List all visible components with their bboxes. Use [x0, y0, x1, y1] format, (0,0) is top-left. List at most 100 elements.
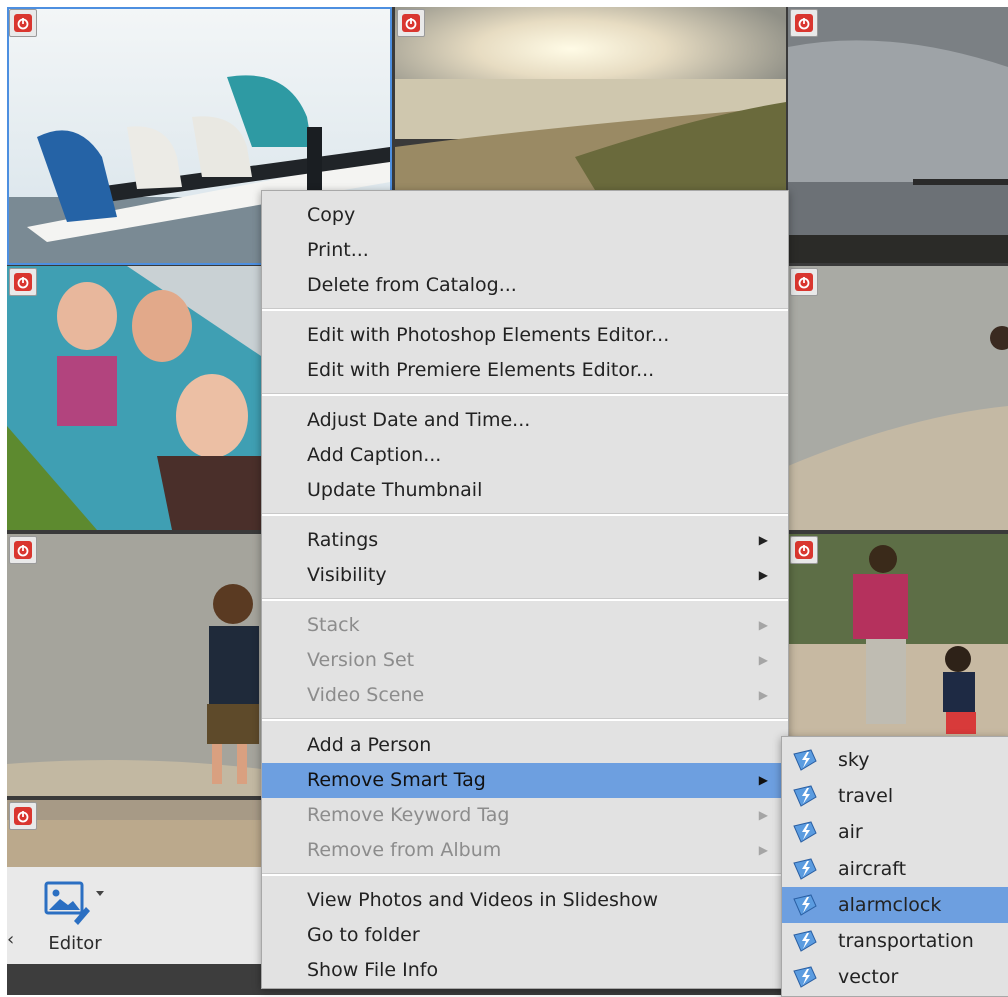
menu-item-update-thumbnail[interactable]: Update Thumbnail [262, 473, 788, 508]
photo-thumbnail-sand[interactable] [7, 800, 261, 867]
menu-separator [262, 598, 788, 601]
bottom-toolbar: ‹ Editor [7, 867, 262, 964]
stack-badge[interactable] [790, 9, 818, 37]
menu-item-delete-from-catalog[interactable]: Delete from Catalog... [262, 268, 788, 303]
back-arrow-icon[interactable]: ‹ [7, 929, 14, 950]
menu-item-copy[interactable]: Copy [262, 198, 788, 233]
smart-tag-label: sky [838, 749, 870, 771]
menu-item-remove-smart-tag[interactable]: Remove Smart Tag ▶ [262, 763, 788, 798]
menu-separator [262, 308, 788, 311]
menu-item-view-photos-and-videos-in-slideshow[interactable]: View Photos and Videos in Slideshow [262, 883, 788, 918]
submenu-arrow-icon: ▶ [758, 653, 768, 667]
menu-item-adjust-date-and-time[interactable]: Adjust Date and Time... [262, 403, 788, 438]
menu-item-label: Remove Smart Tag [307, 769, 486, 791]
menu-item-label: Visibility [307, 564, 387, 586]
menu-item-add-a-person[interactable]: Add a Person [262, 728, 788, 763]
menu-item-visibility[interactable]: Visibility ▶ [262, 558, 788, 593]
menu-item-label: Go to folder [307, 924, 420, 946]
menu-item-print[interactable]: Print... [262, 233, 788, 268]
smart-tag-icon [791, 892, 819, 918]
power-icon [795, 541, 813, 559]
smart-tag-label: transportation [838, 930, 974, 952]
smart-tag-icon [791, 928, 819, 954]
menu-item-remove-keyword-tag[interactable]: Remove Keyword Tag ▶ [262, 798, 788, 833]
menu-item-version-set[interactable]: Version Set ▶ [262, 643, 788, 678]
menu-item-label: Add Caption... [307, 444, 442, 466]
menu-item-show-file-info[interactable]: Show File Info [262, 953, 788, 988]
context-menu: Copy Print... Delete from Catalog... Edit w… [261, 190, 789, 989]
stack-badge[interactable] [9, 9, 37, 37]
menu-separator [262, 718, 788, 721]
menu-item-label: Remove from Album [307, 839, 502, 861]
menu-separator [262, 873, 788, 876]
beach-sunset-photo [395, 7, 786, 190]
photo-thumbnail-beach-sunset[interactable] [395, 7, 786, 190]
photo-thumbnail-family-tent[interactable] [7, 266, 261, 530]
menu-item-edit-with-premiere-elements-editor[interactable]: Edit with Premiere Elements Editor... [262, 353, 788, 388]
editor-button[interactable]: Editor [35, 879, 115, 959]
smart-tag-icon [791, 783, 819, 809]
menu-item-label: Delete from Catalog... [307, 274, 517, 296]
smart-tag-submenu: sky travel air aircraft alarmclock transporta… [781, 736, 1008, 997]
menu-item-video-scene[interactable]: Video Scene ▶ [262, 678, 788, 713]
menu-item-add-caption[interactable]: Add Caption... [262, 438, 788, 473]
smart-tag-label: travel [838, 785, 894, 808]
shore-photo [788, 266, 1008, 530]
photo-thumbnail-shore[interactable] [788, 266, 1008, 530]
menu-item-remove-from-album[interactable]: Remove from Album ▶ [262, 833, 788, 868]
menu-item-label: Update Thumbnail [307, 479, 483, 501]
menu-item-label: Remove Keyword Tag [307, 804, 510, 826]
power-icon [14, 14, 32, 32]
menu-separator [262, 513, 788, 516]
smart-tag-item-aircraft[interactable]: aircraft [782, 851, 1008, 887]
submenu-arrow-icon: ▶ [758, 843, 768, 857]
smart-tag-label: vector [838, 966, 899, 989]
smart-tag-item-vector[interactable]: vector [782, 959, 1008, 995]
pier-photo [788, 7, 1008, 263]
menu-item-stack[interactable]: Stack ▶ [262, 608, 788, 643]
stack-badge[interactable] [790, 536, 818, 564]
smart-tag-item-sky[interactable]: sky [782, 742, 1008, 778]
smart-tag-item-transportation[interactable]: transportation [782, 923, 1008, 959]
smart-tag-icon [791, 819, 819, 845]
stack-badge[interactable] [9, 802, 37, 830]
boy-beach-photo [7, 534, 261, 796]
power-icon [402, 14, 420, 32]
menu-item-label: Show File Info [307, 959, 439, 981]
smart-tag-icon [791, 747, 819, 773]
smart-tag-item-alarmclock[interactable]: alarmclock [782, 886, 1008, 923]
stack-badge[interactable] [790, 268, 818, 296]
smart-tag-label: alarmclock [838, 893, 942, 916]
menu-item-edit-with-photoshop-elements-editor[interactable]: Edit with Photoshop Elements Editor... [262, 318, 788, 353]
smart-tag-icon [791, 856, 819, 882]
menu-item-go-to-folder[interactable]: Go to folder [262, 918, 788, 953]
menu-item-label: Ratings [307, 529, 379, 551]
smart-tag-icon [791, 964, 819, 990]
menu-item-label: Adjust Date and Time... [307, 409, 531, 431]
power-icon [14, 273, 32, 291]
smart-tag-item-air[interactable]: air [782, 814, 1008, 850]
power-icon [795, 14, 813, 32]
menu-item-label: Add a Person [307, 734, 432, 756]
photo-thumbnail-boy-beach[interactable] [7, 534, 261, 796]
menu-item-label: View Photos and Videos in Slideshow [307, 889, 659, 911]
menu-item-label: Stack [307, 614, 360, 636]
editor-label: Editor [48, 933, 102, 954]
menu-separator [262, 393, 788, 396]
submenu-arrow-icon: ▶ [758, 618, 768, 632]
smart-tag-label: aircraft [838, 857, 907, 880]
photo-thumbnail-pier[interactable] [788, 7, 1008, 263]
stack-badge[interactable] [9, 268, 37, 296]
sand-photo [7, 800, 261, 867]
menu-item-label: Version Set [307, 649, 415, 671]
submenu-arrow-icon: ▶ [758, 533, 768, 547]
submenu-arrow-icon: ▶ [758, 688, 768, 702]
smart-tag-label: air [838, 821, 863, 844]
menu-item-label: Edit with Photoshop Elements Editor... [307, 324, 670, 346]
menu-item-ratings[interactable]: Ratings ▶ [262, 523, 788, 558]
power-icon [14, 807, 32, 825]
power-icon [795, 273, 813, 291]
stack-badge[interactable] [9, 536, 37, 564]
smart-tag-item-travel[interactable]: travel [782, 778, 1008, 814]
stack-badge[interactable] [397, 9, 425, 37]
